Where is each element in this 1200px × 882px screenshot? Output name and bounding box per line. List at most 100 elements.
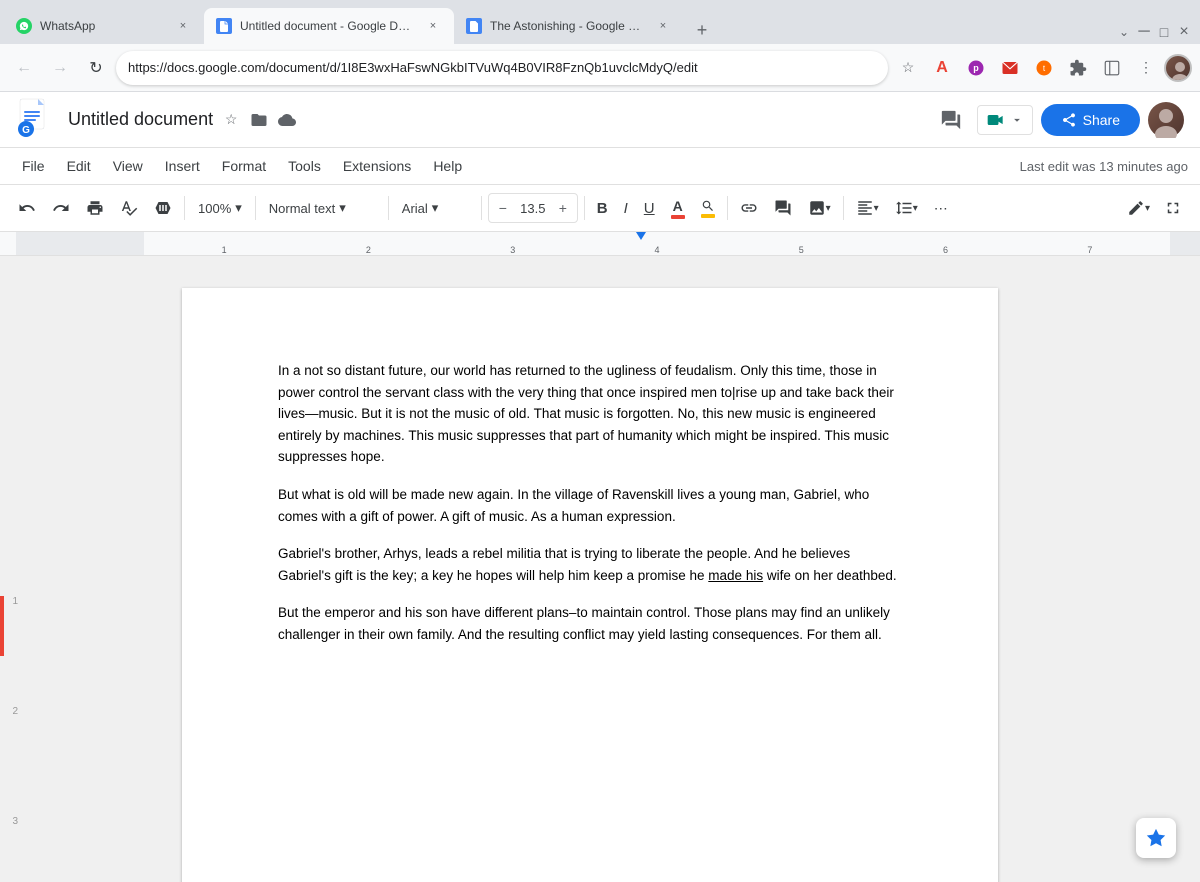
separator-3 <box>388 196 389 220</box>
font-size-area: − + <box>488 193 578 223</box>
extension-icon-purple[interactable]: p <box>960 52 992 84</box>
italic-button[interactable]: I <box>618 193 634 223</box>
underline-button[interactable]: U <box>638 193 661 223</box>
style-value: Normal text <box>269 201 335 216</box>
address-bar-row: ← → ↻ ☆ A p t ⋮ <box>0 44 1200 92</box>
extension-icon-email[interactable] <box>994 52 1026 84</box>
tab-close-astonishing[interactable]: × <box>654 17 672 35</box>
star-icon[interactable]: ☆ <box>221 110 241 130</box>
paragraph-3-text-part2: wife on her deathbed. <box>763 568 897 583</box>
comments-button[interactable] <box>933 102 969 138</box>
alignment-button[interactable]: ▾ <box>850 193 885 223</box>
address-input[interactable] <box>116 51 888 85</box>
forward-button[interactable]: → <box>44 52 76 84</box>
docs-title-area: Untitled document ☆ <box>68 109 921 130</box>
bold-button[interactable]: B <box>591 193 614 223</box>
spellcheck-button[interactable] <box>114 193 144 223</box>
bold-label: B <box>597 200 608 217</box>
move-to-folder-icon[interactable] <box>249 110 269 130</box>
new-tab-button[interactable]: + <box>688 16 716 44</box>
maximize-icon[interactable]: □ <box>1156 24 1172 40</box>
menu-tools[interactable]: Tools <box>278 154 331 178</box>
underline-label: U <box>644 200 655 217</box>
reload-button[interactable]: ↻ <box>80 52 112 84</box>
share-label: Share <box>1083 112 1120 128</box>
line-spacing-button[interactable]: ▾ <box>889 193 924 223</box>
tab-title-untitled: Untitled document - Google Doc... <box>240 19 416 33</box>
paragraph-3-underlined: made his <box>708 568 763 583</box>
style-dropdown[interactable]: Normal text ▾ <box>262 193 382 223</box>
browser-profile-avatar[interactable] <box>1164 54 1192 82</box>
menu-insert[interactable]: Insert <box>155 154 210 178</box>
svg-text:G: G <box>22 125 30 136</box>
menu-edit[interactable]: Edit <box>57 154 101 178</box>
separator-5 <box>584 196 585 220</box>
tab-astonishing[interactable]: The Astonishing - Google Docs × <box>454 8 684 44</box>
tab-close-untitled[interactable]: × <box>424 17 442 35</box>
document-title[interactable]: Untitled document <box>68 109 213 130</box>
link-button[interactable] <box>734 193 764 223</box>
tab-close-whatsapp[interactable]: × <box>174 17 192 35</box>
more-options-icon[interactable]: ⋮ <box>1130 52 1162 84</box>
redo-button[interactable] <box>46 193 76 223</box>
tab-title-astonishing: The Astonishing - Google Docs <box>490 19 646 33</box>
docs-app-icon: G <box>16 97 56 142</box>
zoom-value: 100% <box>198 201 231 216</box>
font-chevron-icon: ▾ <box>432 200 439 216</box>
highlight-color-button[interactable] <box>695 193 721 223</box>
share-button[interactable]: Share <box>1041 104 1140 136</box>
menu-view[interactable]: View <box>103 154 153 178</box>
paragraph-4: But the emperor and his son have differe… <box>278 602 902 645</box>
tab-untitled-doc[interactable]: Untitled document - Google Doc... × <box>204 8 454 44</box>
expand-toolbar-button[interactable] <box>1158 193 1188 223</box>
docs-user-avatar[interactable] <box>1148 102 1184 138</box>
menu-extensions[interactable]: Extensions <box>333 154 421 178</box>
docs-app: G Untitled document ☆ <box>0 92 1200 882</box>
more-formatting-button[interactable]: ⋯ <box>928 193 954 223</box>
comment-indicator <box>0 596 4 656</box>
print-button[interactable] <box>80 193 110 223</box>
minimize-icon[interactable]: ─ <box>1136 24 1152 40</box>
close-window-icon[interactable]: × <box>1176 24 1192 40</box>
extension-icon-red[interactable]: A <box>926 52 958 84</box>
right-sidebar <box>1160 256 1200 882</box>
docs-header: G Untitled document ☆ <box>0 92 1200 148</box>
window-controls: ⌄ ─ □ × <box>1116 24 1200 44</box>
document-area[interactable]: 1 2 3 4 In a not so distant future, our … <box>0 256 1200 882</box>
insert-image-button[interactable]: ▾ <box>802 193 837 223</box>
editing-mode-button[interactable]: ▾ <box>1121 193 1156 223</box>
paint-format-button[interactable] <box>148 193 178 223</box>
back-button[interactable]: ← <box>8 52 40 84</box>
ai-assistant-button[interactable] <box>1136 818 1176 858</box>
undo-button[interactable] <box>12 193 42 223</box>
page-number-3: 3 <box>12 816 18 827</box>
sidebar-toggle-icon[interactable] <box>1096 52 1128 84</box>
paragraph-1: In a not so distant future, our world ha… <box>278 360 902 468</box>
extension-icon-orange[interactable]: t <box>1028 52 1060 84</box>
docs-header-right: Share <box>933 102 1184 138</box>
ruler: 1 2 3 4 5 6 7 <box>0 232 1200 256</box>
text-color-button[interactable]: A <box>665 193 691 223</box>
menu-file[interactable]: File <box>12 154 55 178</box>
tab-bar: WhatsApp × Untitled document - Google Do… <box>0 0 1200 44</box>
decrease-font-size-button[interactable]: − <box>493 198 513 218</box>
cloud-save-icon[interactable] <box>277 110 297 130</box>
document-content: In a not so distant future, our world ha… <box>278 360 902 646</box>
chevron-down-icon[interactable]: ⌄ <box>1116 24 1132 40</box>
tab-whatsapp[interactable]: WhatsApp × <box>4 8 204 44</box>
paragraph-4-text: But the emperor and his son have differe… <box>278 605 890 642</box>
left-margin: 1 2 3 4 <box>0 256 20 882</box>
extensions-puzzle-icon[interactable] <box>1062 52 1094 84</box>
menu-format[interactable]: Format <box>212 154 276 178</box>
font-family-dropdown[interactable]: Arial ▾ <box>395 193 475 223</box>
comment-inline-button[interactable] <box>768 193 798 223</box>
menu-help[interactable]: Help <box>423 154 472 178</box>
zoom-dropdown[interactable]: 100% ▾ <box>191 193 249 223</box>
font-size-input[interactable] <box>515 201 551 216</box>
increase-font-size-button[interactable]: + <box>553 198 573 218</box>
bookmark-icon[interactable]: ☆ <box>892 52 924 84</box>
tab-title-whatsapp: WhatsApp <box>40 19 166 33</box>
page-number-2: 2 <box>12 706 18 717</box>
gdocs-favicon-icon-1 <box>216 18 232 34</box>
meet-button[interactable] <box>977 105 1033 135</box>
